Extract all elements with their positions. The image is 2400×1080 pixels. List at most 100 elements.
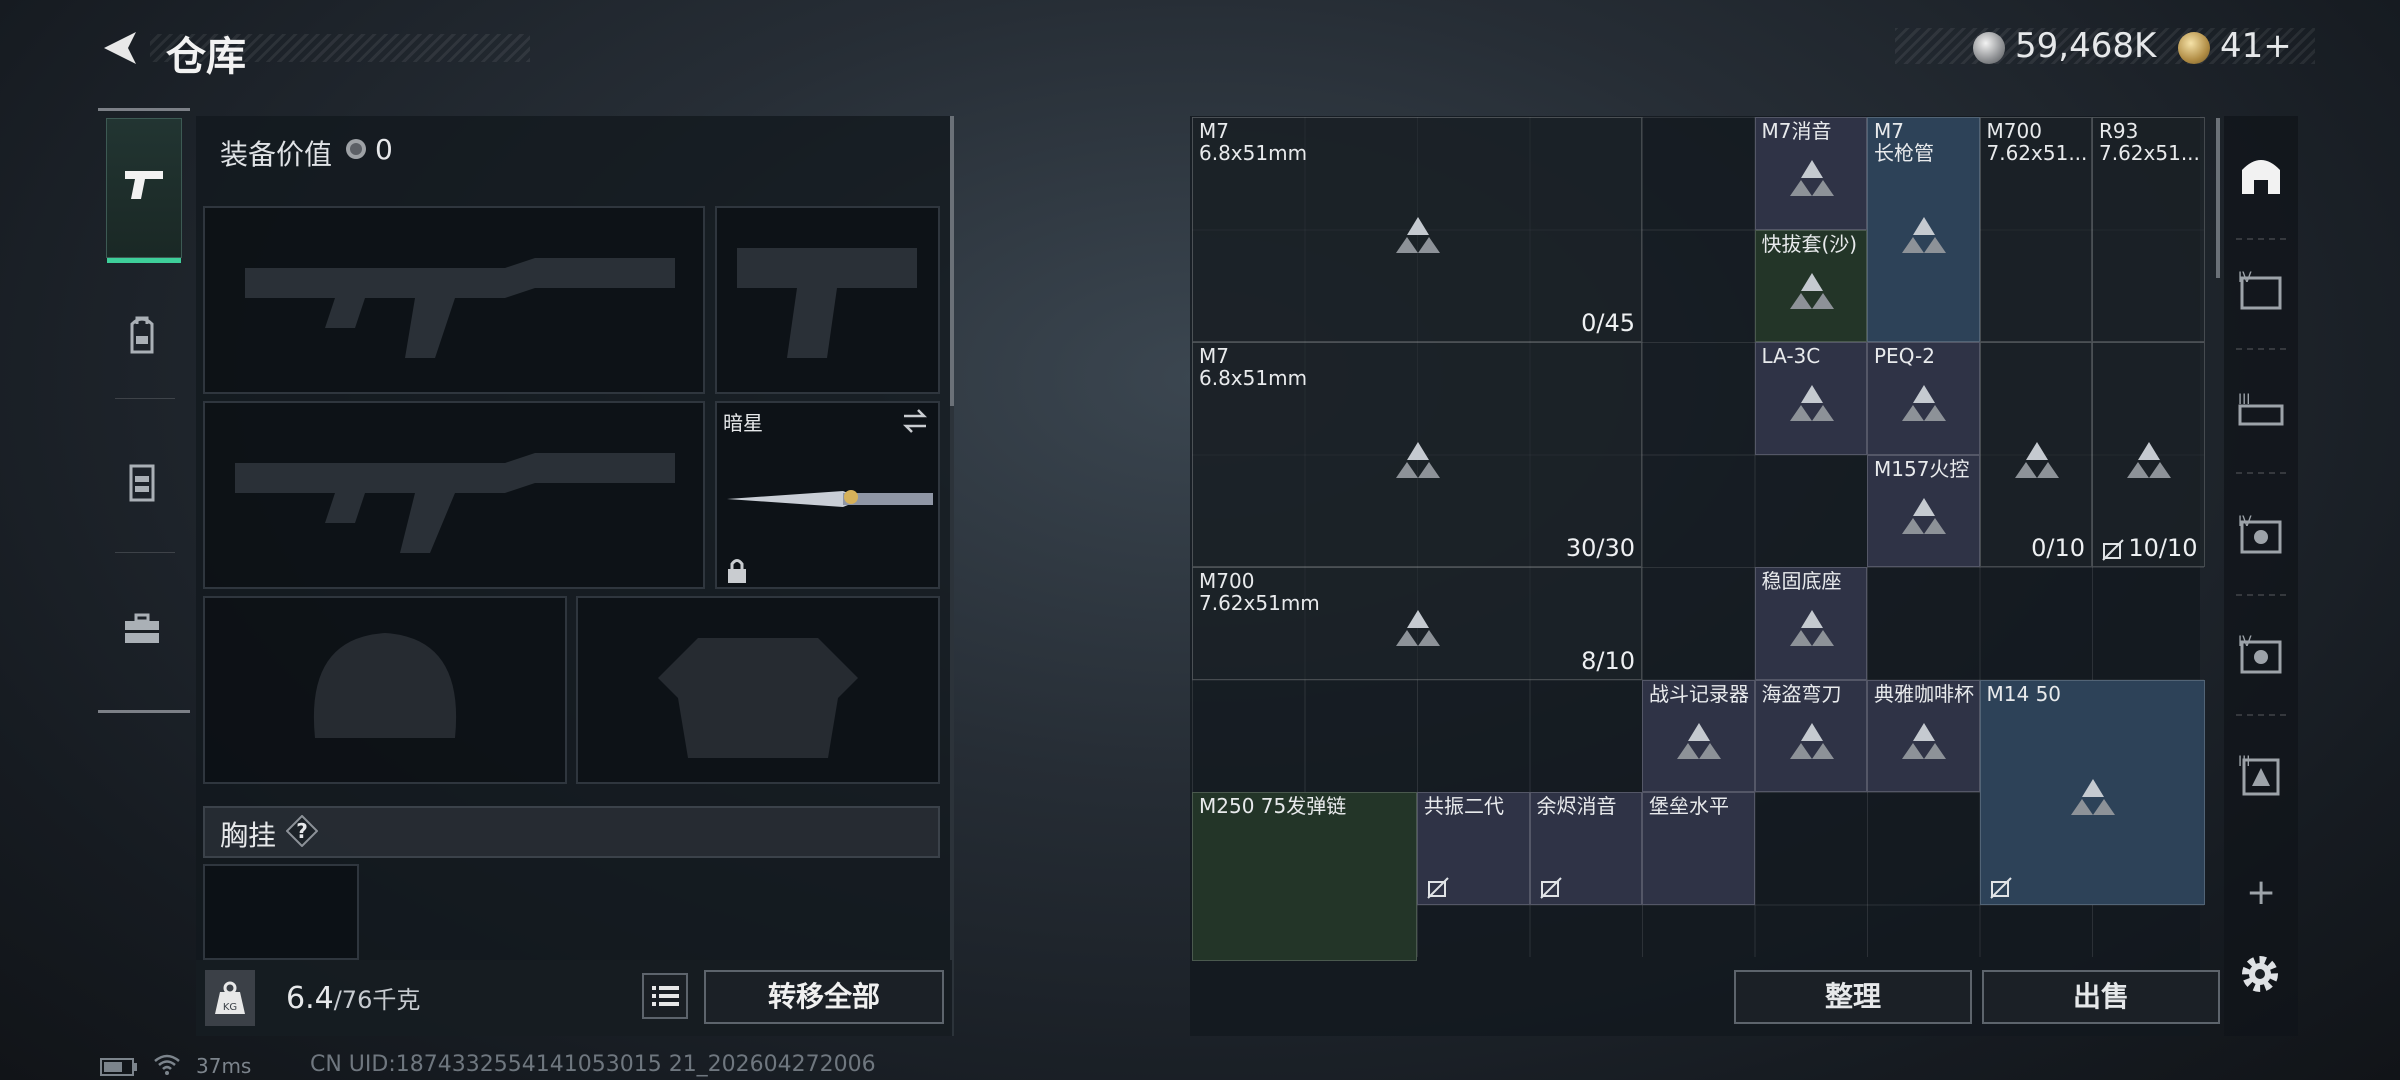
help-icon[interactable]: ? (285, 814, 319, 848)
storage-tab-iv-c-icon[interactable]: IV (2230, 626, 2292, 688)
storage-item[interactable]: M700 7.62x51mm 8/10 (1192, 567, 1642, 680)
tab-separator (2236, 714, 2286, 717)
storage-item[interactable]: 快拔套(沙) (1754, 229, 1867, 342)
transfer-all-button[interactable]: 转移全部 (704, 970, 944, 1024)
storage-item[interactable]: M7消音 (1754, 117, 1867, 230)
weight-readout: 6.4/76千克 (286, 980, 420, 1016)
triangle-rarity-icon (1902, 722, 1947, 759)
secondary-weapon-slot[interactable] (203, 401, 705, 589)
storage-tab-iv-icon[interactable]: IV (2230, 262, 2292, 324)
rifle-silhouette-icon (235, 453, 675, 553)
storage-item[interactable]: M14 50 (1979, 679, 2205, 905)
storage-item[interactable]: R93 7.62x51... (2092, 117, 2205, 342)
storage-item[interactable]: 0/10 (1979, 342, 2092, 567)
triangle-rarity-icon (1902, 385, 1947, 422)
storage-home-tab-icon[interactable] (2230, 146, 2292, 208)
ping-readout: 37ms (196, 1054, 252, 1078)
svg-text:IV: IV (2238, 514, 2252, 530)
melee-slot[interactable]: 暗星 (715, 401, 940, 589)
triangle-rarity-icon (1396, 610, 1440, 647)
helmet-slot[interactable] (203, 596, 567, 784)
storage-tab-iii-b-icon[interactable]: III (2230, 746, 2292, 808)
nav-separator (115, 552, 175, 553)
list-view-button[interactable] (642, 973, 688, 1019)
storage-item[interactable]: 战斗记录器 (1642, 679, 1755, 792)
item-name: M7消音 (1761, 119, 1832, 143)
lock-icon (728, 559, 746, 583)
sidearm-slot[interactable] (715, 206, 940, 394)
svg-text:III: III (2238, 392, 2250, 408)
primary-weapon-slot[interactable] (203, 206, 705, 394)
svg-text:IV: IV (2238, 270, 2252, 286)
knife-icon (727, 490, 933, 507)
storage-item[interactable]: 余烬消音 (1529, 792, 1642, 905)
weight-capacity: /76千克 (333, 986, 421, 1014)
helmet-silhouette-icon (313, 633, 457, 738)
nav-item-weapon[interactable] (106, 118, 182, 263)
currency-value[interactable]: 59,468K (2015, 26, 2156, 66)
no-trade-icon (2102, 539, 2124, 561)
chest-rig-slot[interactable] (203, 864, 359, 960)
token-icon (2178, 32, 2210, 64)
storage-tab-iii-icon[interactable]: III (2230, 384, 2292, 446)
item-name: 快拔套(沙) (1761, 231, 1858, 256)
item-name: 稳固底座 (1761, 569, 1842, 593)
storage-item[interactable]: M7 6.8x51mm 0/45 (1192, 117, 1642, 342)
storage-scrollbar[interactable] (2216, 118, 2220, 278)
briefcase-icon[interactable] (117, 605, 167, 655)
back-arrow-icon[interactable] (98, 26, 142, 70)
add-tab-button[interactable]: + (2246, 872, 2276, 913)
settings-gear-icon[interactable] (2236, 950, 2284, 998)
storage-item[interactable]: PEQ-2 (1867, 342, 1980, 455)
svg-text:IV: IV (2238, 634, 2252, 650)
equipment-value: 0 (375, 133, 393, 166)
item-name: M157火控 (1874, 456, 1970, 481)
user-uid: CN UID:1874332554141053015 21_2026042720… (310, 1052, 876, 1077)
item-name: 战斗记录器 (1649, 681, 1749, 706)
no-trade-icon (1539, 876, 1562, 899)
backpack-icon[interactable] (117, 310, 167, 360)
item-name: 堡垒水平 (1649, 794, 1729, 818)
triangle-rarity-icon (1789, 610, 1834, 647)
armor-silhouette-icon (658, 638, 858, 758)
swap-icon[interactable] (900, 407, 930, 435)
item-count: 10/10 (2128, 534, 2198, 562)
nav-selected-indicator (107, 258, 181, 263)
tab-separator (2236, 472, 2286, 475)
storage-item[interactable]: 海盗弯刀 (1754, 679, 1867, 792)
chest-rig-label: 胸挂 (220, 819, 277, 852)
storage-item[interactable]: M700 7.62x51... (1979, 117, 2092, 342)
armor-slot[interactable] (576, 596, 940, 784)
tab-separator (2236, 594, 2286, 597)
storage-item[interactable]: LA-3C (1754, 342, 1867, 455)
item-name: M14 50 (1986, 681, 2062, 706)
storage-item[interactable]: 共振二代 (1417, 792, 1530, 905)
storage-item[interactable]: M250 75发弹链 (1192, 792, 1417, 961)
item-count: 0/45 (1581, 309, 1635, 337)
sort-button[interactable]: 整理 (1734, 970, 1972, 1024)
item-count: 8/10 (1581, 646, 1635, 675)
item-name: M700 7.62x51... (1986, 119, 2088, 165)
equipment-scroll-thumb[interactable] (950, 116, 954, 406)
storage-item[interactable]: 堡垒水平 (1642, 792, 1755, 905)
triangle-rarity-icon (2014, 441, 2059, 478)
storage-item[interactable]: M7 长枪管 (1867, 117, 1980, 342)
storage-item[interactable]: M7 6.8x51mm 30/30 (1192, 342, 1642, 567)
sell-button[interactable]: 出售 (1982, 970, 2220, 1024)
storage-item[interactable]: 典雅咖啡杯 (1867, 679, 1980, 792)
item-count: 30/30 (1565, 534, 1635, 562)
item-name: M700 7.62x51mm (1199, 569, 1320, 615)
token-value[interactable]: 41+ (2220, 26, 2292, 66)
storage-item[interactable]: 稳固底座 (1754, 567, 1867, 680)
storage-tab-iv-b-icon[interactable]: IV (2230, 506, 2292, 568)
storage-item[interactable]: M157火控 (1867, 454, 1980, 567)
list-icon (652, 986, 679, 1006)
wifi-icon (154, 1054, 180, 1075)
nav-top-line (98, 108, 190, 111)
storage-item[interactable]: 10/10 (2092, 342, 2205, 567)
triangle-rarity-icon (1789, 160, 1834, 197)
rifle-silhouette-icon (245, 258, 675, 358)
item-name: 共振二代 (1424, 794, 1504, 818)
vest-icon[interactable] (117, 458, 167, 508)
coin-icon (346, 139, 366, 159)
